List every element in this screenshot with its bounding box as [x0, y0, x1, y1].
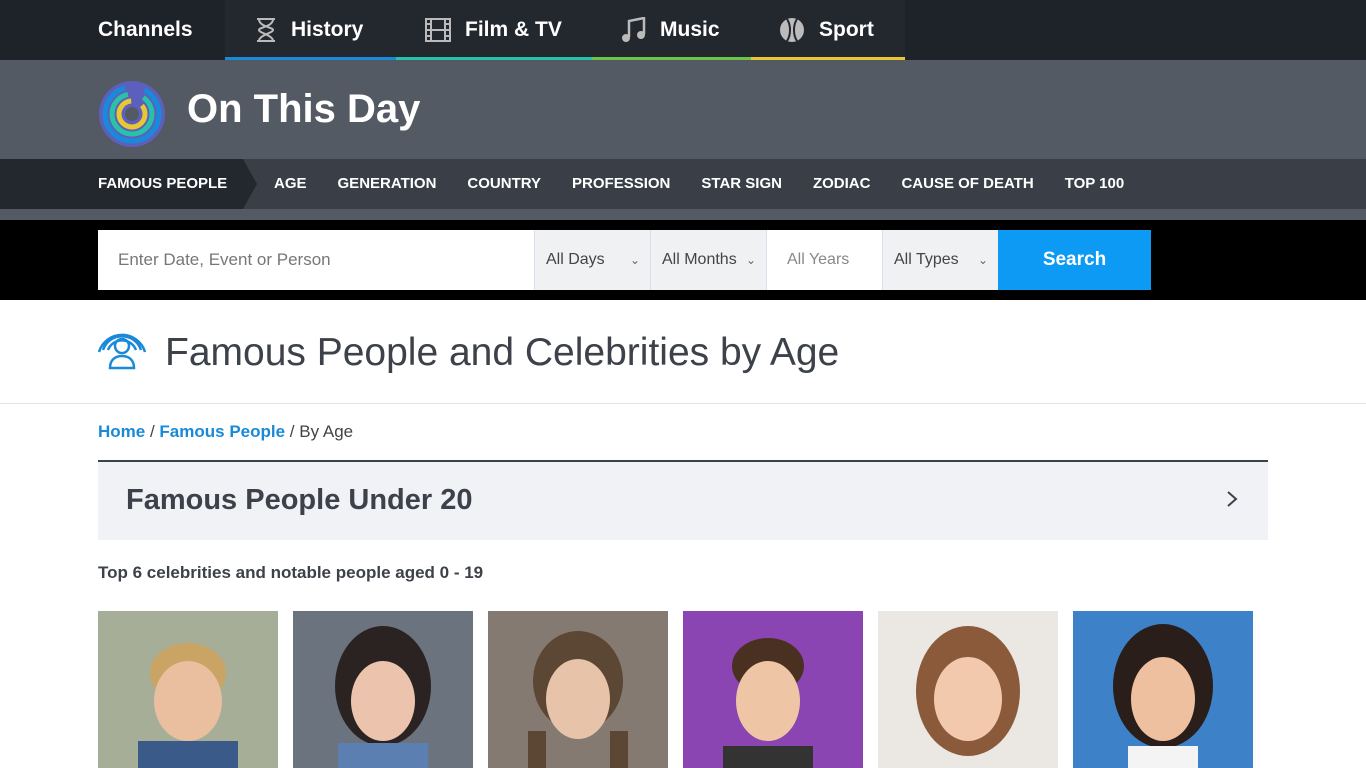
chevron-right-icon — [1227, 491, 1238, 507]
on-this-day-logo-icon[interactable] — [98, 80, 166, 148]
nav-item-age[interactable]: AGE — [274, 159, 307, 209]
logo-band: On This Day — [0, 60, 1366, 159]
months-select-value: All Months — [662, 251, 737, 268]
breadcrumb-current: By Age — [299, 422, 354, 441]
months-select[interactable]: All Months ⌄ — [650, 230, 766, 290]
page-title-row: Famous People and Celebrities by Age — [0, 300, 1366, 404]
person-photo-6[interactable] — [1073, 611, 1253, 768]
breadcrumb: Home / Famous People / By Age — [98, 422, 353, 442]
breadcrumb-separator: / — [289, 422, 300, 441]
channel-tab-label: Film & TV — [465, 18, 562, 41]
section-heading: Famous People Under 20 — [126, 484, 473, 516]
section-header-under-20[interactable]: Famous People Under 20 — [98, 460, 1268, 540]
channel-tab-label: History — [291, 18, 364, 41]
nav-item-generation[interactable]: GENERATION — [338, 159, 437, 209]
channels-title: Channels — [98, 18, 193, 41]
breadcrumb-separator: / — [149, 422, 160, 441]
film-strip-icon — [425, 18, 451, 42]
channel-tab-film-tv[interactable]: Film & TV — [396, 0, 592, 60]
music-note-icon — [622, 17, 646, 42]
channel-tab-label: Sport — [819, 18, 874, 41]
channel-tab-history[interactable]: History — [225, 0, 396, 60]
page-title: Famous People and Celebrities by Age — [165, 331, 840, 374]
nav-divider — [0, 209, 1366, 220]
search-button[interactable]: Search — [998, 230, 1151, 290]
days-select[interactable]: All Days ⌄ — [534, 230, 650, 290]
nav-item-profession[interactable]: PROFESSION — [572, 159, 670, 209]
search-input[interactable] — [98, 230, 534, 290]
baseball-icon — [780, 18, 804, 42]
nav-item-famous-people[interactable]: FAMOUS PEOPLE — [0, 159, 257, 209]
person-photo-4[interactable] — [683, 611, 863, 768]
breadcrumb-famous-people-link[interactable]: Famous People — [159, 422, 285, 441]
person-photo-2[interactable] — [293, 611, 473, 768]
types-select-value: All Types — [894, 251, 959, 268]
nav-item-country[interactable]: COUNTRY — [467, 159, 541, 209]
days-select-value: All Days — [546, 251, 605, 268]
breadcrumb-home-link[interactable]: Home — [98, 422, 145, 441]
nav-item-top-100[interactable]: TOP 100 — [1065, 159, 1125, 209]
nav-item-star-sign[interactable]: STAR SIGN — [701, 159, 782, 209]
years-input[interactable]: All Years — [766, 230, 882, 290]
years-input-placeholder: All Years — [787, 251, 850, 268]
channel-tab-music[interactable]: Music — [592, 0, 751, 60]
section-subtitle: Top 6 celebrities and notable people age… — [98, 563, 484, 582]
search-bar: All Days ⌄ All Months ⌄ All Years All Ty… — [0, 220, 1366, 300]
person-photo-3[interactable] — [488, 611, 668, 768]
nav-item-zodiac[interactable]: ZODIAC — [813, 159, 871, 209]
channel-tab-sport[interactable]: Sport — [751, 0, 905, 60]
person-photo-5[interactable] — [878, 611, 1058, 768]
channel-tab-label: Music — [660, 18, 720, 41]
nav-item-cause-of-death[interactable]: CAUSE OF DEATH — [901, 159, 1033, 209]
types-select[interactable]: All Types ⌄ — [882, 230, 998, 290]
chevron-down-icon: ⌄ — [629, 253, 640, 267]
chevron-down-icon: ⌄ — [745, 253, 756, 267]
hourglass-icon — [257, 18, 275, 42]
person-photo-1[interactable] — [98, 611, 278, 768]
famous-person-icon — [98, 333, 146, 370]
chevron-down-icon: ⌄ — [977, 253, 988, 267]
brand-name[interactable]: On This Day — [187, 84, 420, 134]
person-photo-list — [98, 611, 1268, 768]
channels-bar: Channels History Film & TV Music Sport — [0, 0, 1366, 60]
category-nav: FAMOUS PEOPLE AGE GENERATION COUNTRY PRO… — [0, 159, 1366, 209]
